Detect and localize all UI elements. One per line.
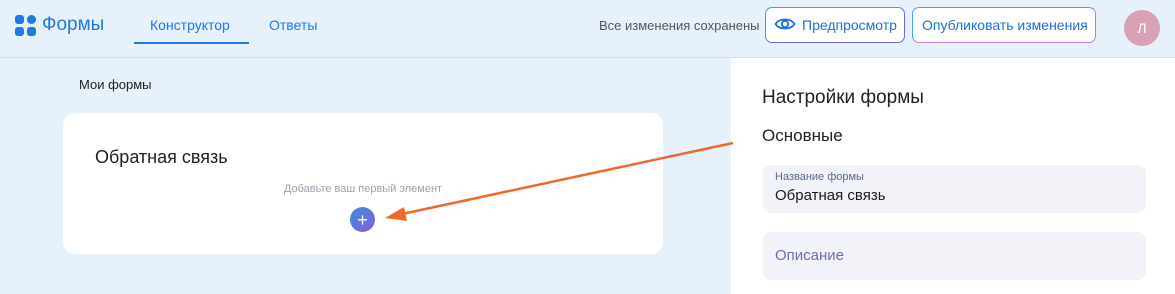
active-tab-indicator <box>134 42 249 44</box>
tab-responses[interactable]: Ответы <box>269 17 317 33</box>
plus-icon: + <box>357 209 368 230</box>
description-field[interactable]: Описание <box>763 232 1146 280</box>
form-name-field[interactable]: Название формы Обратная связь <box>763 165 1146 213</box>
avatar-initial: Л <box>1137 20 1147 36</box>
empty-hint: Добавьте ваш первый элемент <box>283 183 443 195</box>
add-element-button[interactable]: + <box>350 207 375 232</box>
avatar[interactable]: Л <box>1124 10 1160 46</box>
publish-button[interactable]: Опубликовать изменения <box>912 7 1096 43</box>
form-name-value[interactable]: Обратная связь <box>775 187 886 204</box>
form-name-label: Название формы <box>775 171 864 183</box>
breadcrumb[interactable]: Мои формы <box>79 77 152 92</box>
save-status: Все изменения сохранены <box>599 18 760 33</box>
preview-button[interactable]: Предпросмотр <box>765 7 905 43</box>
eye-icon <box>774 16 796 35</box>
app-title: Формы <box>42 14 105 35</box>
top-bar: Формы Конструктор Ответы Все изменения с… <box>0 0 1175 58</box>
settings-title: Настройки формы <box>762 87 924 108</box>
preview-label: Предпросмотр <box>802 17 897 33</box>
settings-section-title: Основные <box>762 126 843 145</box>
grid-logo-icon <box>15 14 36 36</box>
form-title[interactable]: Обратная связь <box>95 147 228 168</box>
description-placeholder: Описание <box>775 247 845 264</box>
publish-label: Опубликовать изменения <box>922 17 1088 33</box>
app-logo[interactable]: Формы <box>15 14 104 36</box>
settings-panel: Настройки формы Основные Название формы … <box>731 58 1175 294</box>
form-card: Обратная связь Добавьте ваш первый элеме… <box>63 113 663 254</box>
tab-constructor[interactable]: Конструктор <box>150 17 230 33</box>
